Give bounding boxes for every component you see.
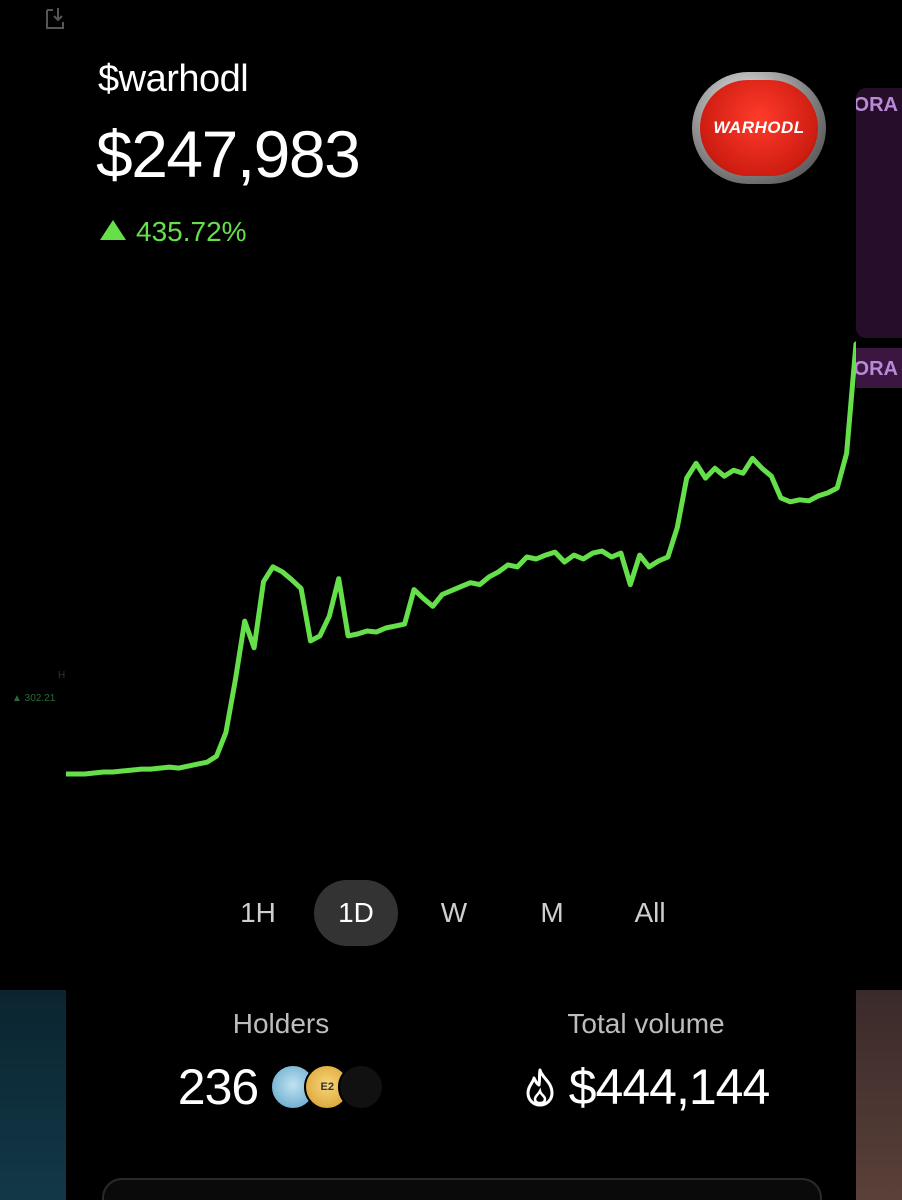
holders-stat[interactable]: Holders 236 E2 [166, 1008, 396, 1116]
range-1h[interactable]: 1H [216, 880, 300, 946]
token-logo[interactable]: WARHODL [692, 72, 826, 184]
background-label: H [58, 670, 66, 681]
action-bar[interactable] [102, 1178, 822, 1200]
holders-value: 236 [177, 1059, 259, 1115]
price-line [66, 341, 856, 777]
background-change-label: ▲ 302.21 [12, 693, 56, 704]
background-thumbnail-2 [856, 990, 902, 1200]
range-m[interactable]: M [510, 880, 594, 946]
range-w[interactable]: W [412, 880, 496, 946]
avatar [338, 1064, 385, 1110]
price-change-value: 435.72% [136, 216, 247, 247]
range-all[interactable]: All [608, 880, 692, 946]
up-arrow-icon [100, 220, 126, 240]
token-detail-sheet: $warhodl $247,983 435.72% WARHODL 1H 1D W M… [66, 0, 856, 1200]
token-name: $warhodl [98, 58, 249, 100]
token-price: $247,983 [96, 117, 361, 191]
price-change: 435.72% [100, 216, 247, 248]
price-chart[interactable] [66, 330, 856, 810]
volume-value: $444,144 [568, 1059, 771, 1115]
holder-avatars: E2 [270, 1064, 385, 1110]
time-range-selector: 1H 1D W M All [216, 880, 692, 946]
logo-text: WARHODL [713, 118, 805, 137]
volume-label: Total volume [567, 1008, 725, 1039]
logo-badge: WARHODL [700, 80, 818, 176]
volume-stat: Total volume $444,144 [496, 1008, 796, 1116]
holders-label: Holders [232, 1008, 330, 1039]
background-thumbnail [0, 990, 66, 1200]
background-card [856, 88, 902, 338]
fire-icon [526, 1068, 554, 1107]
download-icon [44, 6, 66, 32]
background-token-tag: ORA [853, 94, 898, 116]
range-1d[interactable]: 1D [314, 880, 398, 946]
background-token-tag-2: ORA [853, 358, 898, 380]
